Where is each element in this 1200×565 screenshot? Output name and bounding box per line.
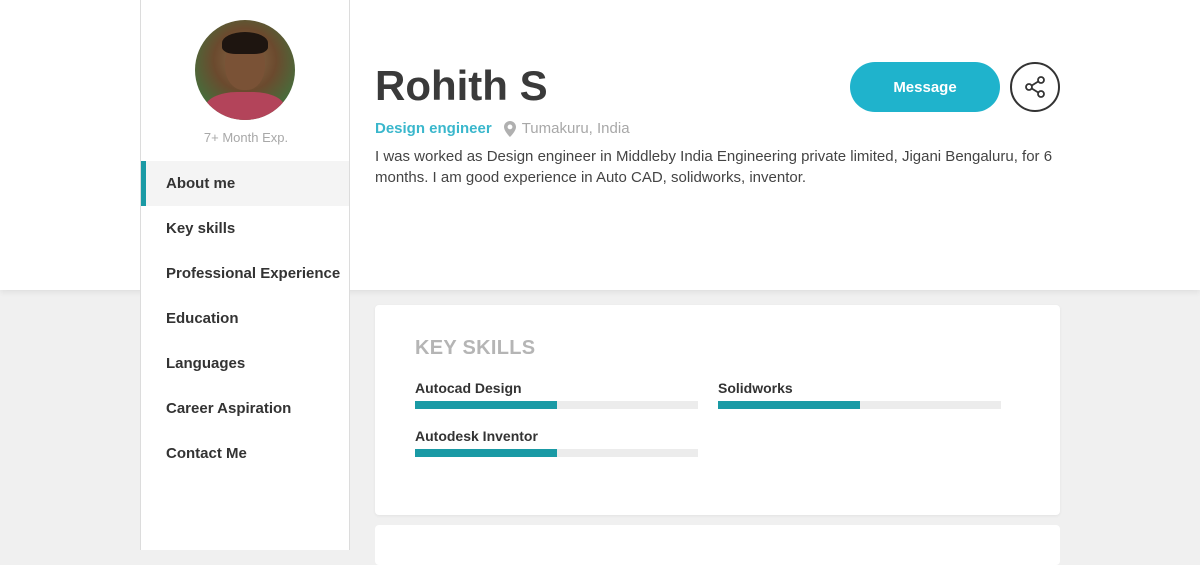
location-pin-icon bbox=[503, 120, 516, 137]
sidebar-item-career-aspiration[interactable]: Career Aspiration bbox=[141, 386, 349, 431]
message-button[interactable]: Message bbox=[850, 62, 1000, 112]
skill-bar-track bbox=[415, 401, 698, 409]
skill-bar-fill bbox=[415, 449, 557, 457]
profile-name: Rohith S bbox=[375, 62, 548, 109]
share-button[interactable] bbox=[1010, 62, 1060, 112]
skill-name: Autocad Design bbox=[415, 380, 522, 396]
sidebar-nav: About me Key skills Professional Experie… bbox=[141, 161, 349, 476]
sidebar-item-contact-me[interactable]: Contact Me bbox=[141, 431, 349, 476]
experience-label: 7+ Month Exp. bbox=[203, 130, 289, 145]
avatar bbox=[195, 20, 295, 120]
profile-role: Design engineer bbox=[375, 120, 492, 137]
skill-name: Autodesk Inventor bbox=[415, 428, 538, 444]
skill-bar-track bbox=[415, 449, 698, 457]
skill-inventor: Autodesk Inventor bbox=[415, 428, 698, 457]
sidebar: 7+ Month Exp. About me Key skills Profes… bbox=[140, 0, 350, 550]
skill-bar-track bbox=[718, 401, 1001, 409]
sidebar-item-key-skills[interactable]: Key skills bbox=[141, 206, 349, 251]
key-skills-title: KEY SKILLS bbox=[415, 337, 536, 359]
profile-location: Tumakuru, India bbox=[521, 120, 630, 137]
skill-bar-fill bbox=[415, 401, 557, 409]
skill-bar-fill bbox=[718, 401, 860, 409]
sidebar-item-about-me[interactable]: About me bbox=[141, 161, 349, 206]
sidebar-item-education[interactable]: Education bbox=[141, 296, 349, 341]
profile-subline: Design engineer Tumakuru, India bbox=[375, 120, 630, 137]
next-section-card bbox=[375, 525, 1060, 565]
sidebar-item-professional-experience[interactable]: Professional Experience bbox=[141, 251, 349, 296]
share-icon bbox=[1025, 76, 1045, 98]
profile-header: Rohith S Message Design engineer Tumakur… bbox=[375, 0, 1060, 290]
sidebar-item-languages[interactable]: Languages bbox=[141, 341, 349, 386]
skill-solidworks: Solidworks bbox=[718, 380, 1001, 409]
profile-bio: I was worked as Design engineer in Middl… bbox=[375, 148, 1053, 186]
skill-name: Solidworks bbox=[718, 380, 793, 396]
skill-autocad: Autocad Design bbox=[415, 380, 698, 409]
key-skills-card: KEY SKILLS Autocad Design Solidworks Aut… bbox=[375, 305, 1060, 515]
